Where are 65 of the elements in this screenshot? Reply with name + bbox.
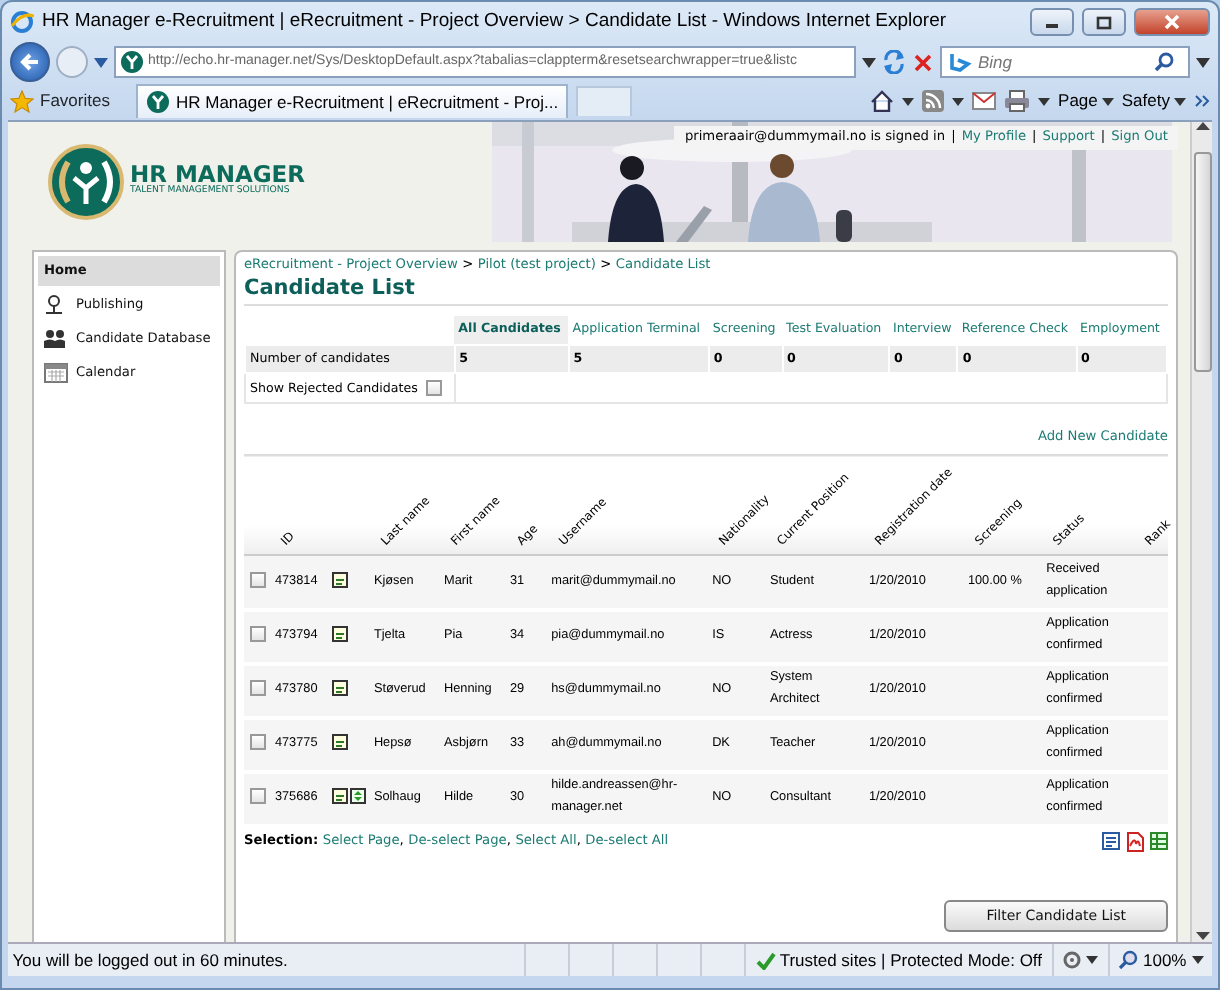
document-icon[interactable] [332, 680, 349, 697]
dropdown-arrow-icon [1101, 97, 1114, 105]
checkbox[interactable] [426, 379, 443, 396]
document-icon[interactable] [332, 788, 349, 805]
settings-icon[interactable] [1062, 950, 1082, 970]
scroll-up-arrow-icon [1195, 122, 1209, 132]
dropdown-arrow-icon[interactable] [862, 57, 876, 67]
row-checkbox[interactable] [250, 680, 267, 697]
dropdown-arrow-icon[interactable] [1196, 57, 1210, 67]
arrows-icon[interactable] [350, 788, 367, 805]
minimize-button[interactable] [1030, 8, 1074, 36]
menu-button[interactable]: Page [1058, 88, 1114, 114]
print-icon[interactable] [1004, 90, 1031, 112]
search-box[interactable]: Bing [940, 46, 1190, 78]
site-icon [145, 90, 170, 114]
dropdown-arrow-icon[interactable] [1086, 956, 1099, 964]
scrollbar[interactable] [1190, 122, 1212, 942]
row-checkbox[interactable] [250, 788, 267, 805]
status-message: You will be logged out in 60 minutes. [10, 947, 288, 973]
browser-logo-icon [10, 10, 34, 34]
search-engine-icon [948, 52, 972, 72]
browser-tab[interactable]: HR Manager e-Recruitment | eRecruitment - Proj... [135, 84, 569, 118]
dropdown-arrow-icon[interactable] [94, 57, 108, 67]
scrollbar-thumb[interactable] [1193, 152, 1211, 372]
check-icon [755, 951, 776, 969]
document-icon[interactable] [332, 734, 349, 751]
dropdown-arrow-icon[interactable] [952, 97, 965, 105]
favorites-button[interactable]: Favorites [10, 88, 110, 114]
document-icon[interactable] [332, 571, 349, 588]
magnifier-icon [1118, 950, 1139, 970]
search-icon[interactable] [1154, 52, 1174, 72]
window-title: HR Manager e-Recruitment | eRecruitment - Project Overview > Candidate List - Windows Internet Explorer [42, 7, 949, 36]
mail-icon[interactable] [972, 92, 997, 110]
star-icon [10, 89, 34, 113]
spreadsheet-icon[interactable] [1150, 832, 1168, 851]
calendar-icon [44, 362, 68, 384]
home-icon[interactable] [870, 90, 895, 112]
row-checkbox[interactable] [250, 571, 267, 588]
chevron-icon[interactable] [1194, 94, 1210, 108]
dropdown-arrow-icon[interactable] [1191, 956, 1203, 964]
feed-icon[interactable] [922, 90, 945, 112]
site-icon [120, 50, 144, 74]
maximize-icon [1096, 15, 1112, 29]
scroll-down-arrow-icon [1195, 932, 1209, 942]
menu-button[interactable]: Safety [1121, 88, 1186, 114]
zoom-button[interactable]: 100% [1118, 947, 1187, 973]
dropdown-arrow-icon [1174, 97, 1186, 105]
back-button[interactable] [10, 42, 50, 82]
security-zone-text: Trusted sites | Protected Mode: Off [779, 947, 1042, 973]
row-checkbox[interactable] [250, 734, 267, 751]
document-icon[interactable] [1102, 832, 1120, 851]
page-title: Candidate List [244, 275, 1168, 307]
row-checkbox[interactable] [250, 626, 267, 643]
pdf-icon[interactable] [1126, 831, 1144, 852]
close-icon [1164, 14, 1180, 30]
logo-icon [48, 144, 124, 220]
people-icon [44, 328, 68, 350]
document-icon[interactable] [332, 626, 349, 643]
dropdown-arrow-icon[interactable] [902, 97, 915, 105]
maximize-button[interactable] [1082, 8, 1126, 36]
close-button[interactable] [1134, 8, 1210, 36]
arrow-icon [20, 52, 40, 72]
dropdown-arrow-icon[interactable] [1038, 97, 1051, 105]
logo-text: HR MANAGER [130, 163, 306, 187]
stop-icon[interactable] [912, 51, 934, 73]
